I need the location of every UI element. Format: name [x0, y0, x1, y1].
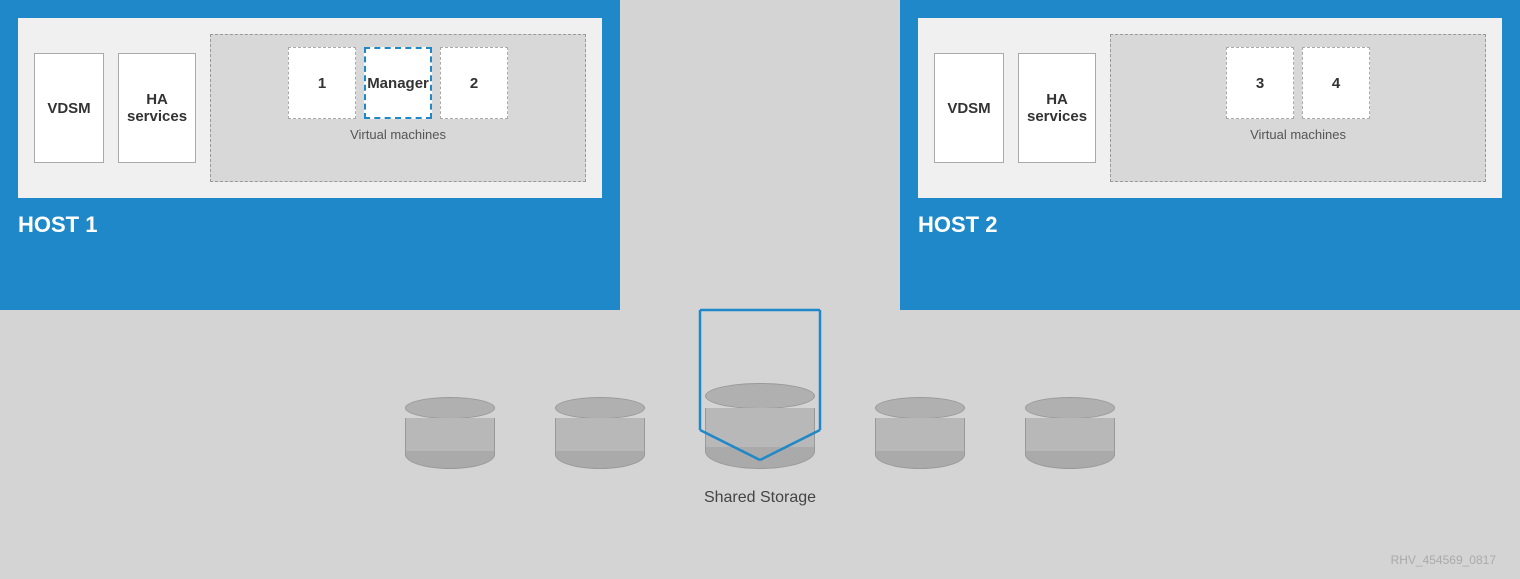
host2-vm3: 3 — [1226, 47, 1294, 119]
host2-vm4: 4 — [1302, 47, 1370, 119]
main-container: VDSM HA services 1 Manager — [0, 0, 1520, 579]
hosts-row: VDSM HA services 1 Manager — [0, 0, 1520, 310]
storage-row — [405, 383, 1115, 469]
host2-ha-services: HA services — [1018, 53, 1096, 163]
disk1-top — [405, 397, 495, 419]
host1-label: HOST 1 — [0, 198, 620, 248]
watermark: RHV_454569_0817 — [1391, 553, 1496, 567]
disk5-bottom — [1025, 451, 1115, 469]
host2-vdsm: VDSM — [934, 53, 1004, 163]
disk4-top — [875, 397, 965, 419]
host1-vm-manager: Manager — [364, 47, 432, 119]
disk5-body — [1025, 418, 1115, 452]
disk2-body — [555, 418, 645, 452]
shared-disk-top — [705, 383, 815, 409]
storage-section: Shared Storage RHV_454569_0817 — [0, 310, 1520, 579]
host2-vm-group-label: Virtual machines — [1250, 127, 1346, 142]
host1-vm-group: 1 Manager 2 Virtual machines — [210, 34, 586, 182]
host2-vm-boxes-row: 3 4 — [1226, 47, 1370, 119]
disk4-bottom — [875, 451, 965, 469]
host1-ha-services: HA services — [118, 53, 196, 163]
shared-storage-disk — [705, 383, 815, 469]
host1-vm2: 2 — [440, 47, 508, 119]
disk4-body — [875, 418, 965, 452]
disk1 — [405, 397, 495, 469]
disk2 — [555, 397, 645, 469]
disk2-top — [555, 397, 645, 419]
disk4 — [875, 397, 965, 469]
host2-inner: VDSM HA services 3 4 Vir — [918, 18, 1502, 198]
disk1-bottom — [405, 451, 495, 469]
disk1-body — [405, 418, 495, 452]
shared-storage-label: Shared Storage — [704, 489, 816, 507]
host1-vm-group-label: Virtual machines — [350, 127, 446, 142]
host-gap — [760, 0, 900, 310]
host1-vm1: 1 — [288, 47, 356, 119]
shared-disk-bottom — [705, 447, 815, 469]
host1-block: VDSM HA services 1 Manager — [0, 0, 620, 310]
disk5-top — [1025, 397, 1115, 419]
disk2-bottom — [555, 451, 645, 469]
host1-vdsm: VDSM — [34, 53, 104, 163]
host2-vm-group: 3 4 Virtual machines — [1110, 34, 1486, 182]
host1-inner: VDSM HA services 1 Manager — [18, 18, 602, 198]
shared-disk-body — [705, 408, 815, 448]
host1-vm-boxes-row: 1 Manager 2 — [288, 47, 508, 119]
host2-label: HOST 2 — [900, 198, 1520, 248]
disk5 — [1025, 397, 1115, 469]
host2-block: VDSM HA services 3 4 Vir — [900, 0, 1520, 310]
